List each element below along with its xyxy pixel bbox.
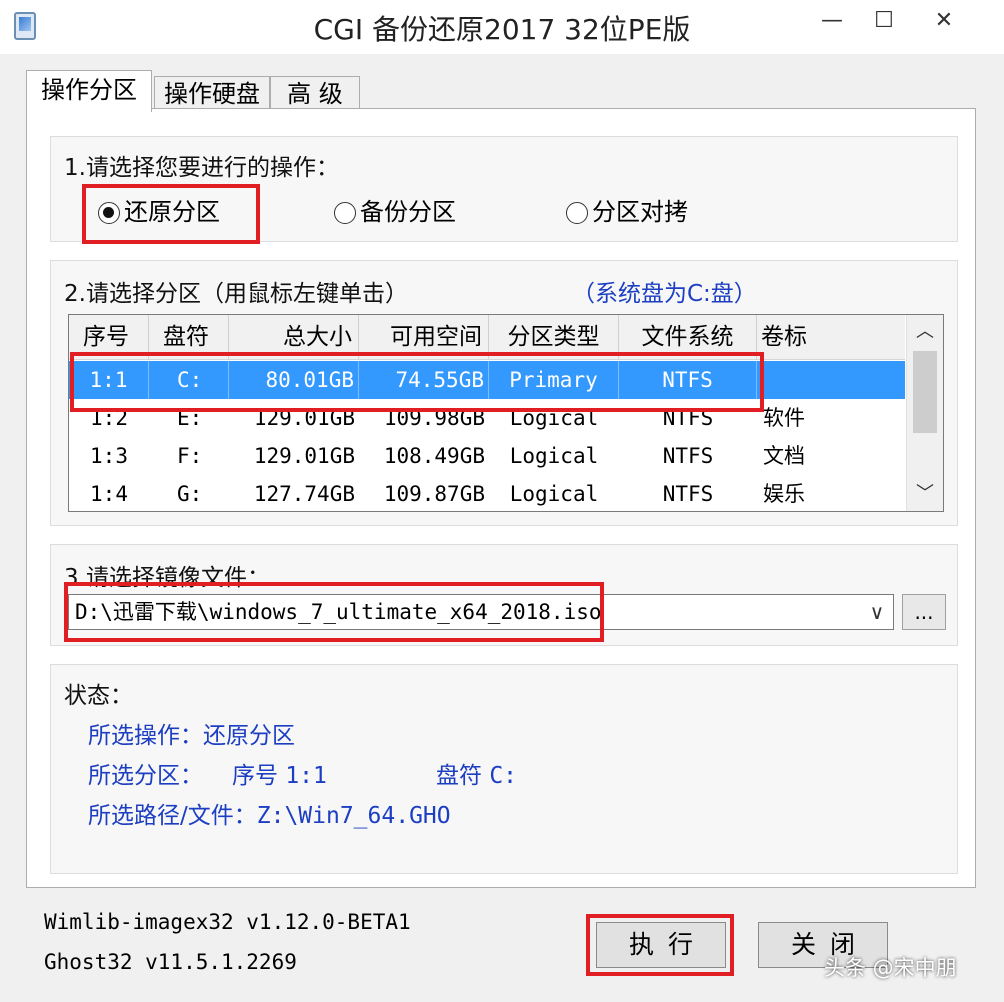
cell-type: Logical bbox=[509, 406, 599, 430]
table-scrollbar[interactable]: ︿ ﹀ bbox=[906, 315, 943, 511]
cell-type: Logical bbox=[509, 482, 599, 506]
selected-operation: 所选操作：还原分区 bbox=[88, 723, 295, 749]
col-fs[interactable]: 文件系统 bbox=[619, 315, 757, 359]
cell-index: 1:4 bbox=[90, 482, 128, 506]
cell-total: 127.74GB bbox=[253, 482, 355, 506]
operation-label: 1.请选择您要进行的操作： bbox=[64, 155, 339, 181]
table-row[interactable]: 1:2 E: 129.01GB 109.98GB Logical NTFS 软件 bbox=[69, 399, 905, 437]
col-total[interactable]: 总大小 bbox=[229, 315, 359, 359]
cell-fs: NTFS bbox=[662, 482, 714, 506]
table-row[interactable]: 1:1 C: 80.01GB 74.55GB Primary NTFS bbox=[69, 361, 905, 399]
cell-label: 娱乐 bbox=[763, 482, 805, 506]
cell-drive: E: bbox=[177, 406, 203, 430]
watermark: 头条 @宋中朋 bbox=[824, 956, 957, 980]
scroll-down-icon[interactable]: ﹀ bbox=[907, 479, 943, 509]
tab-advanced[interactable]: 高 级 bbox=[270, 76, 360, 110]
cell-total: 129.01GB bbox=[253, 406, 355, 430]
wimlib-version: Wimlib-imagex32 v1.12.0-BETA1 bbox=[44, 910, 411, 934]
window-title: CGI 备份还原2017 32位PE版 bbox=[313, 13, 691, 46]
cell-label bbox=[757, 361, 905, 399]
partition-label: 2.请选择分区（用鼠标左键单击） bbox=[64, 281, 408, 307]
execute-button[interactable]: 执行 bbox=[596, 922, 726, 968]
cell-free: 109.87GB bbox=[383, 482, 485, 506]
cell-free: 74.55GB bbox=[359, 361, 489, 399]
col-index[interactable]: 序号 bbox=[69, 315, 149, 359]
cell-total: 129.01GB bbox=[253, 444, 355, 468]
title-bar: CGI 备份还原2017 32位PE版 — ☐ ✕ bbox=[0, 0, 1004, 54]
col-drive[interactable]: 盘符 bbox=[149, 315, 229, 359]
close-window-button[interactable]: ✕ bbox=[924, 6, 964, 36]
chevron-down-icon[interactable]: ∨ bbox=[865, 595, 889, 629]
image-file-label: 3.请选择镜像文件： bbox=[64, 565, 270, 591]
radio-copy[interactable]: 分区对拷 bbox=[566, 196, 688, 228]
cell-fs: NTFS bbox=[619, 361, 757, 399]
cell-total: 80.01GB bbox=[229, 361, 359, 399]
scroll-up-icon[interactable]: ︿ bbox=[907, 317, 943, 347]
selected-partition-drive: 盘符 C: bbox=[436, 763, 518, 789]
radio-restore[interactable]: 还原分区 bbox=[98, 196, 220, 228]
selected-partition-label: 所选分区： bbox=[88, 763, 203, 789]
tab-partition[interactable]: 操作分区 bbox=[26, 70, 152, 112]
col-type[interactable]: 分区类型 bbox=[489, 315, 619, 359]
cell-free: 109.98GB bbox=[383, 406, 485, 430]
image-file-select[interactable]: D:\迅雷下载\windows_7_ultimate_x64_2018.iso … bbox=[68, 594, 894, 630]
radio-unchecked-icon bbox=[334, 202, 356, 224]
table-row[interactable]: 1:3 F: 129.01GB 108.49GB Logical NTFS 文档 bbox=[69, 437, 905, 475]
table-header: 序号 盘符 总大小 可用空间 分区类型 文件系统 卷标 bbox=[69, 315, 905, 360]
minimize-button[interactable]: — bbox=[812, 6, 852, 36]
selected-partition-index: 序号 1:1 bbox=[232, 763, 327, 789]
cell-drive: C: bbox=[149, 361, 229, 399]
col-label[interactable]: 卷标 bbox=[757, 315, 905, 359]
cell-index: 1:1 bbox=[69, 361, 149, 399]
selected-path: 所选路径/文件：Z:\Win7_64.GHO bbox=[88, 803, 451, 829]
table-row[interactable]: 1:4 G: 127.74GB 109.87GB Logical NTFS 娱乐 bbox=[69, 475, 905, 511]
cell-index: 1:2 bbox=[90, 406, 128, 430]
cell-fs: NTFS bbox=[662, 444, 714, 468]
status-label: 状态： bbox=[64, 683, 133, 709]
radio-backup[interactable]: 备份分区 bbox=[334, 196, 456, 228]
radio-unchecked-icon bbox=[566, 202, 588, 224]
cell-drive: F: bbox=[177, 444, 203, 468]
scroll-thumb[interactable] bbox=[913, 351, 937, 433]
cell-label: 软件 bbox=[763, 406, 805, 430]
cell-index: 1:3 bbox=[90, 444, 128, 468]
cell-type: Primary bbox=[489, 361, 619, 399]
cell-free: 108.49GB bbox=[383, 444, 485, 468]
col-free[interactable]: 可用空间 bbox=[359, 315, 489, 359]
cell-label: 文档 bbox=[763, 444, 805, 468]
system-disk-note: （系统盘为C:盘） bbox=[572, 281, 757, 307]
cell-type: Logical bbox=[509, 444, 599, 468]
partition-table: 序号 盘符 总大小 可用空间 分区类型 文件系统 卷标 1:1 C: 80.01… bbox=[68, 314, 944, 512]
radio-checked-icon bbox=[98, 202, 120, 224]
image-file-value: D:\迅雷下载\windows_7_ultimate_x64_2018.iso bbox=[75, 600, 602, 624]
tab-disk[interactable]: 操作硬盘 bbox=[154, 76, 270, 110]
browse-button[interactable]: ... bbox=[902, 594, 946, 630]
ghost-version: Ghost32 v11.5.1.2269 bbox=[44, 950, 297, 974]
maximize-button[interactable]: ☐ bbox=[864, 6, 904, 36]
cell-drive: G: bbox=[177, 482, 203, 506]
cell-fs: NTFS bbox=[662, 406, 714, 430]
